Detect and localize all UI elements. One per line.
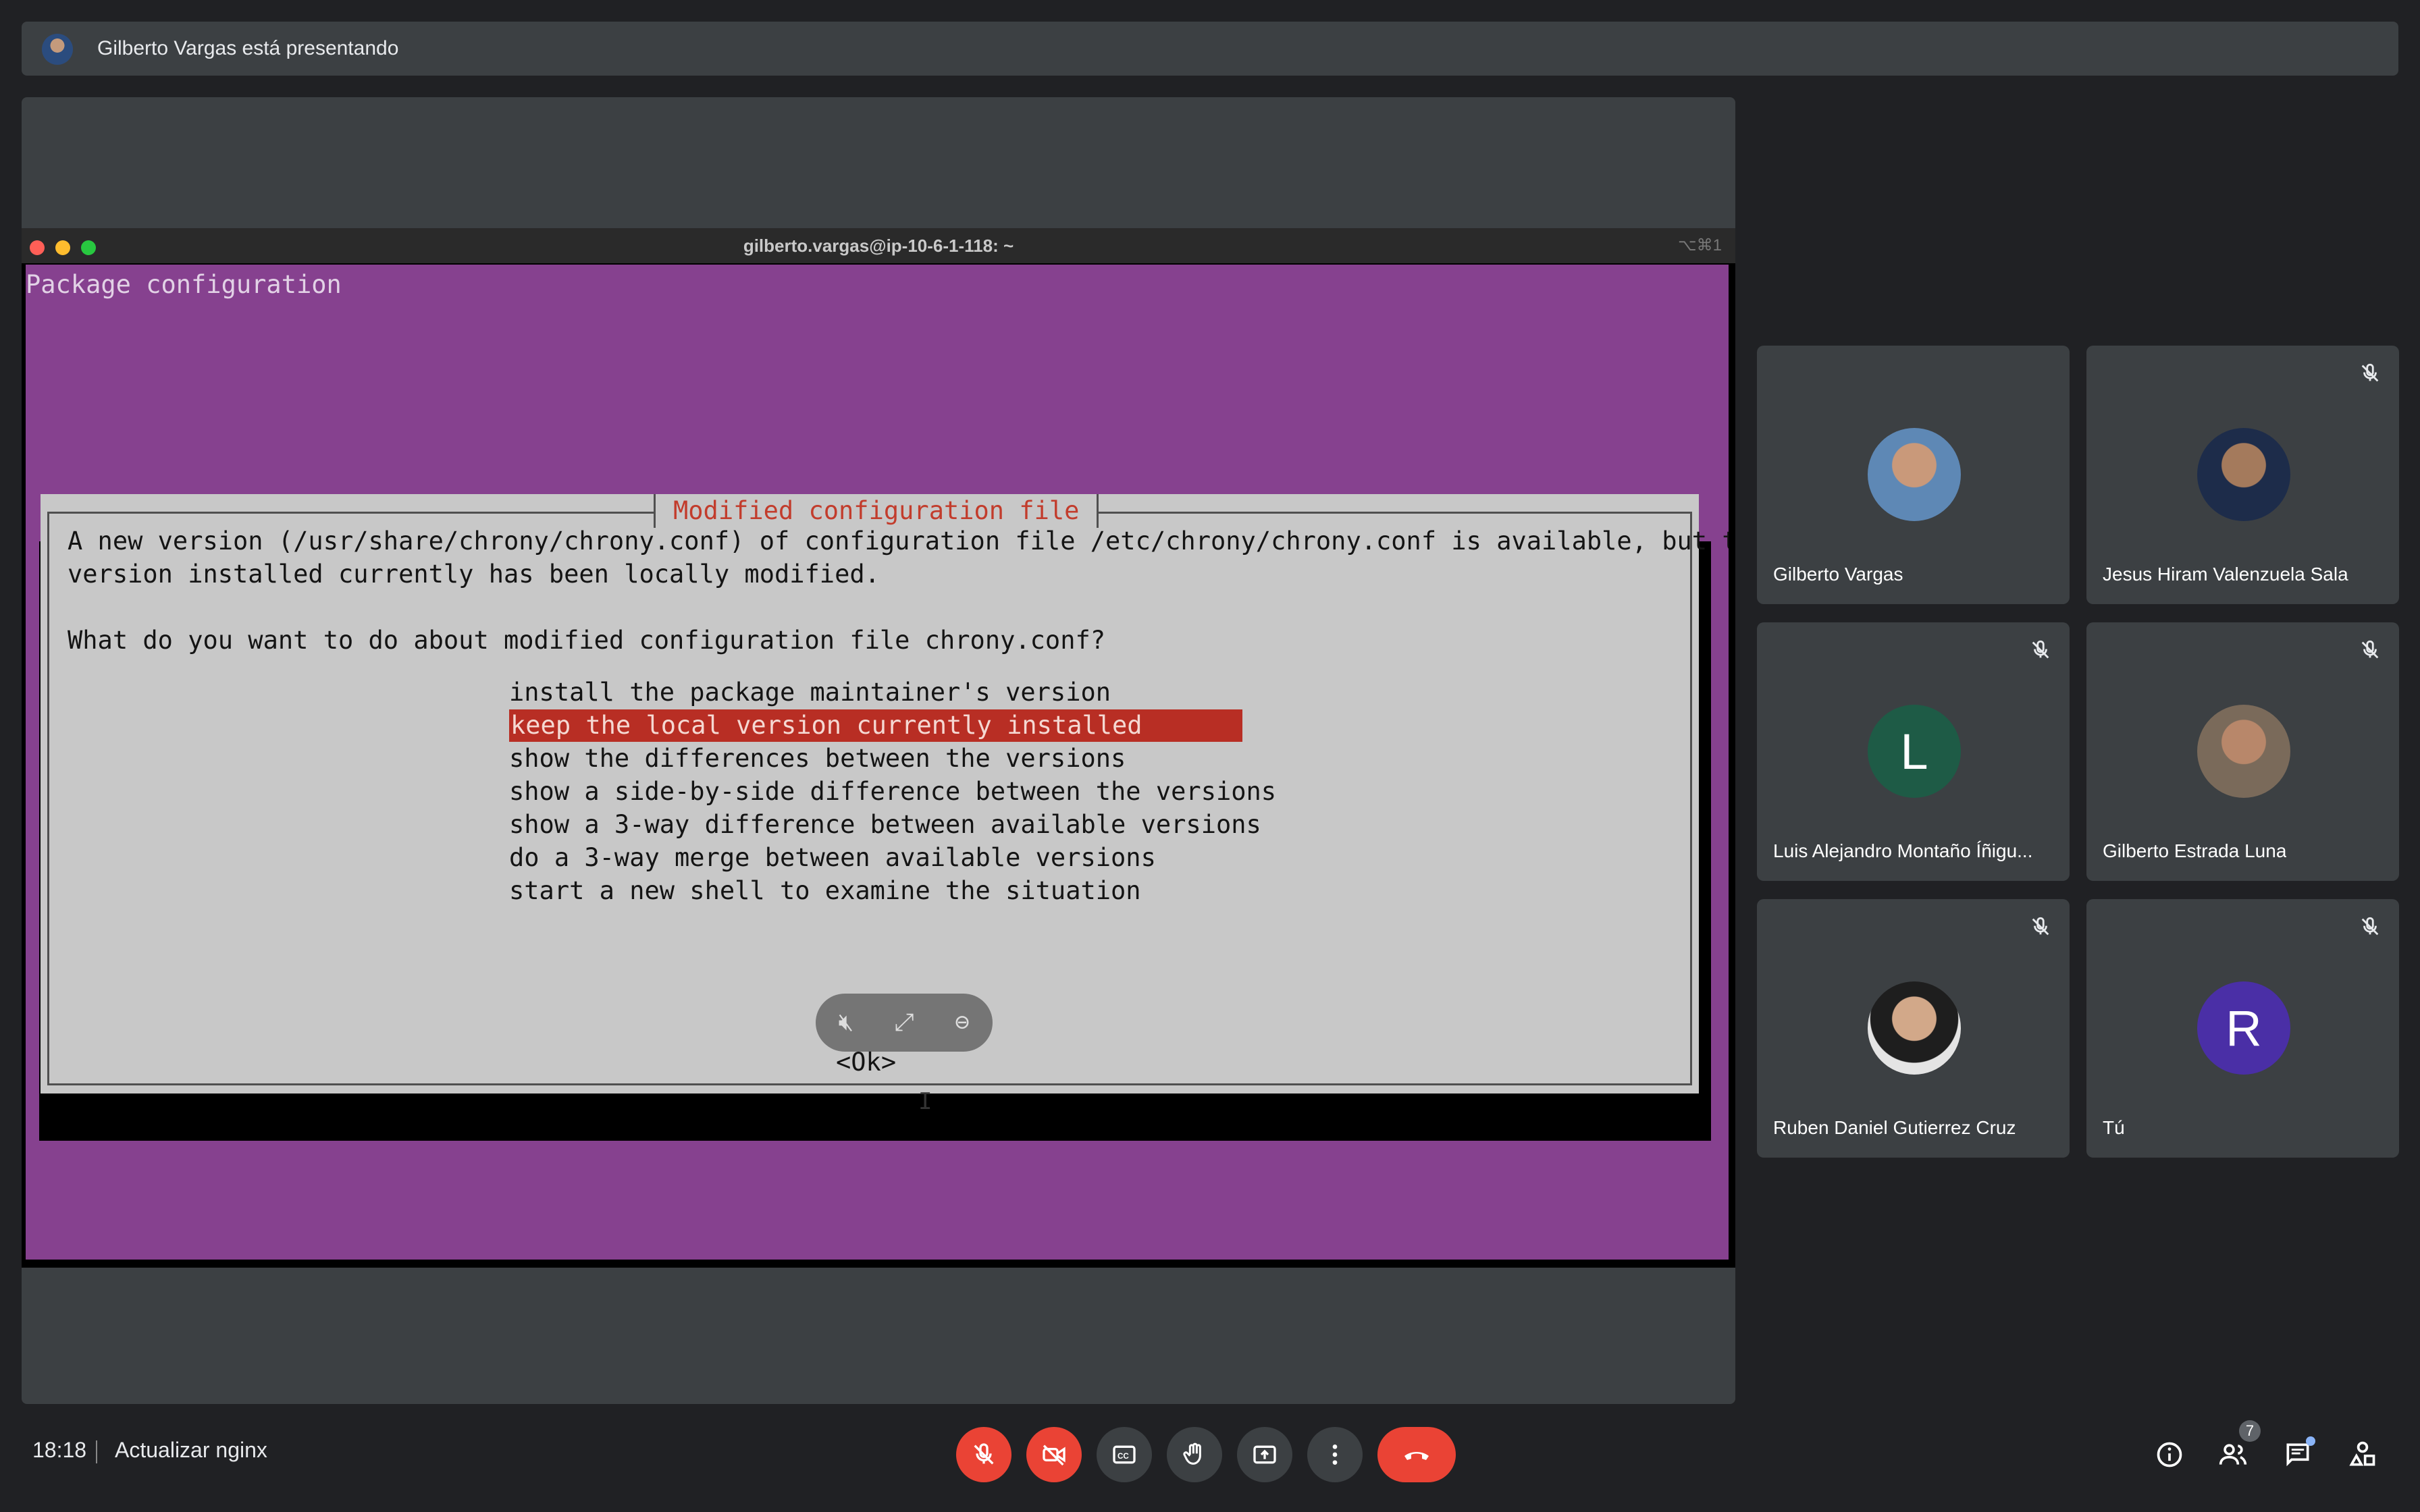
zoom-icon[interactable]: ⊖ <box>947 1007 978 1038</box>
option-item[interactable]: show a side-by-side difference between t… <box>509 776 1276 808</box>
present-button[interactable] <box>1237 1427 1292 1482</box>
participant-name: Tú <box>2103 1117 2125 1138</box>
participant-count-badge: 7 <box>2239 1420 2261 1442</box>
divider <box>96 1440 97 1463</box>
participant-avatar <box>2197 705 2290 798</box>
hang-up-icon <box>1404 1452 1429 1460</box>
package-configuration-header: Package configuration <box>26 270 342 299</box>
option-item[interactable]: start a new shell to examine the situati… <box>509 875 1141 907</box>
terminal-titlebar: gilberto.vargas@ip-10-6-1-118: ~ ⌥⌘1 <box>22 228 1735 263</box>
people-button[interactable] <box>2217 1439 2248 1470</box>
ok-button[interactable]: <Ok> <box>836 1048 896 1077</box>
chat-notification-dot <box>2306 1436 2315 1446</box>
participant-avatar: R <box>2197 981 2290 1075</box>
terminal-title: gilberto.vargas@ip-10-6-1-118: ~ <box>743 236 1014 256</box>
more-vert-icon <box>1332 1444 1338 1465</box>
meeting-name: Actualizar nginx <box>115 1438 267 1462</box>
participant-name: Ruben Daniel Gutierrez Cruz <box>1773 1117 2016 1138</box>
muted-mic-icon <box>2032 917 2049 936</box>
participant-avatar <box>1868 981 1961 1075</box>
participant-name: Gilberto Vargas <box>1773 564 1903 585</box>
microphone-button[interactable] <box>956 1427 1011 1482</box>
captions-icon: CC <box>1113 1445 1136 1464</box>
muted-mic-icon <box>2361 363 2379 382</box>
more-options-button[interactable] <box>1307 1427 1363 1482</box>
muted-mic-icon <box>2361 917 2379 936</box>
participant-tile[interactable]: Gilberto Estrada Luna <box>2086 622 2399 881</box>
presentation-hover-controls: 🔇︎ ⤢ ⊖ <box>816 994 993 1052</box>
camera-off-icon <box>1043 1444 1066 1466</box>
option-item[interactable]: show a 3-way difference between availabl… <box>509 809 1261 841</box>
leave-call-button[interactable] <box>1377 1427 1456 1482</box>
dialog-line-2: version installed currently has been loc… <box>68 560 880 589</box>
terminal-window: gilberto.vargas@ip-10-6-1-118: ~ ⌥⌘1 Pac… <box>22 228 1735 1268</box>
dialog-line-1: A new version (/usr/share/chrony/chrony.… <box>68 526 1729 556</box>
participant-tile[interactable]: Ruben Daniel Gutierrez Cruz <box>1757 899 2070 1158</box>
terminal-body: Package configuration Modified configura… <box>26 265 1729 1260</box>
presenter-avatar <box>42 34 73 65</box>
participant-tile[interactable]: L Luis Alejandro Montaño Íñigu... <box>1757 622 2070 881</box>
option-item[interactable]: do a 3-way merge between available versi… <box>509 842 1156 874</box>
camera-button[interactable] <box>1026 1427 1082 1482</box>
meeting-details-button[interactable] <box>2154 1439 2185 1470</box>
dialog-question: What do you want to do about modified co… <box>68 626 1106 655</box>
raise-hand-button[interactable] <box>1167 1427 1222 1482</box>
dialog-title: Modified configuration file <box>654 494 1099 528</box>
mic-off-icon <box>974 1443 994 1465</box>
fullscreen-icon[interactable]: ⤢ <box>889 1007 920 1038</box>
participant-tile[interactable]: R Tú <box>2086 899 2399 1158</box>
participant-name: Jesus Hiram Valenzuela Sala <box>2103 564 2348 585</box>
captions-button[interactable]: CC <box>1097 1427 1152 1482</box>
presentation-stage: gilberto.vargas@ip-10-6-1-118: ~ ⌥⌘1 Pac… <box>22 97 1735 1404</box>
presenting-banner: Gilberto Vargas está presentando <box>22 22 2398 76</box>
participant-avatar: L <box>1868 705 1961 798</box>
option-item[interactable]: show the differences between the version… <box>509 742 1126 775</box>
muted-mic-icon <box>2032 640 2049 659</box>
presenting-text: Gilberto Vargas está presentando <box>97 37 399 59</box>
option-item[interactable]: keep the local version currently install… <box>509 709 1242 742</box>
people-icon <box>2219 1444 2247 1465</box>
hand-icon <box>1183 1442 1201 1465</box>
muted-mic-icon <box>2361 640 2379 659</box>
activities-button[interactable] <box>2347 1439 2378 1470</box>
participant-avatar <box>2197 428 2290 521</box>
participant-tile[interactable]: Gilberto Vargas <box>1757 346 2070 604</box>
text-cursor-icon: I <box>918 1088 932 1115</box>
participant-name: Gilberto Estrada Luna <box>2103 840 2287 861</box>
participant-name: Luis Alejandro Montaño Íñigu... <box>1773 840 2033 861</box>
participant-tile[interactable]: Jesus Hiram Valenzuela Sala <box>2086 346 2399 604</box>
info-icon <box>2157 1442 2182 1467</box>
participant-avatar <box>1868 428 1961 521</box>
terminal-shortcut: ⌥⌘1 <box>1677 236 1722 254</box>
option-item[interactable]: install the package maintainer's version <box>509 676 1111 709</box>
present-screen-icon <box>1253 1445 1276 1464</box>
svg-text:CC: CC <box>1117 1452 1129 1461</box>
clock: 18:18 <box>32 1438 87 1462</box>
mute-presentation-icon[interactable]: 🔇︎ <box>831 1007 862 1038</box>
activities-icon <box>2349 1441 2375 1466</box>
